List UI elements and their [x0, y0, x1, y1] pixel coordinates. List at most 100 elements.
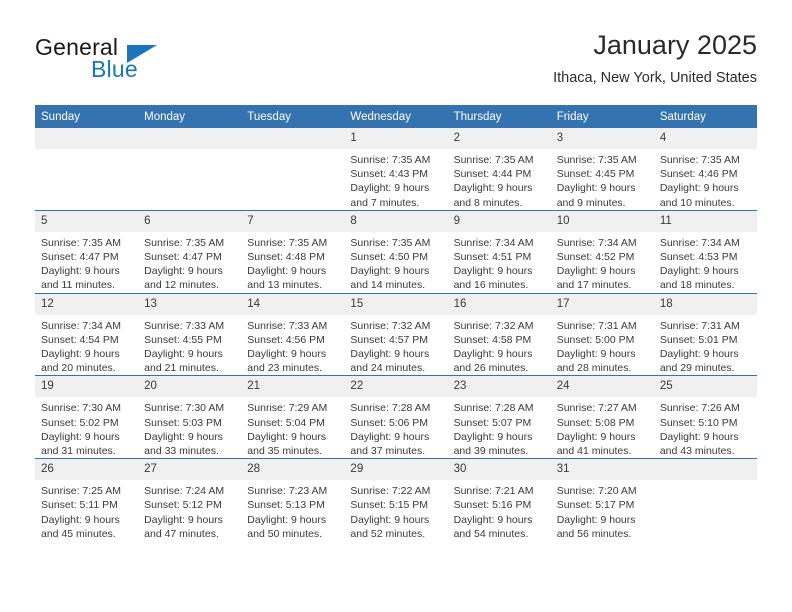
calendar-day-cell[interactable]: 11 Sunrise: 7:34 AM Sunset: 4:53 PM Dayligh… [653, 209, 757, 294]
calendar-day-cell[interactable]: 9 Sunrise: 7:34 AM Sunset: 4:51 PM Daylight… [447, 209, 551, 294]
day-detail-line: Sunrise: 7:27 AM [556, 402, 637, 415]
day-detail-line: Sunrise: 7:34 AM [659, 236, 740, 249]
day-number: 12 [35, 293, 139, 315]
day-details [654, 480, 757, 484]
day-detail-line: and 21 minutes. [144, 362, 219, 375]
calendar-day-cell[interactable]: 28 Sunrise: 7:23 AM Sunset: 5:13 PM Dayligh… [241, 458, 345, 542]
day-detail-line: Daylight: 9 hours [453, 265, 533, 278]
calendar-day-cell[interactable]: 7 Sunrise: 7:35 AM Sunset: 4:48 PM Daylight… [241, 209, 345, 294]
day-detail-line: Daylight: 9 hours [350, 348, 430, 361]
day-number: 13 [138, 293, 242, 315]
calendar-day-cell[interactable]: 27 Sunrise: 7:24 AM Sunset: 5:12 PM Dayligh… [138, 458, 242, 542]
calendar-day-cell[interactable]: 14 Sunrise: 7:33 AM Sunset: 4:56 PM Dayligh… [241, 292, 345, 376]
day-details [241, 149, 344, 153]
calendar-day-cell[interactable]: 12 Sunrise: 7:34 AM Sunset: 4:54 PM Dayligh… [35, 292, 139, 376]
day-detail-line: Sunset: 5:11 PM [41, 499, 118, 512]
day-number: 10 [550, 210, 654, 232]
day-details: Sunrise: 7:34 AM Sunset: 4:53 PM Daylight:… [654, 232, 757, 293]
day-number: 1 [344, 128, 448, 149]
general-blue-logo[interactable]: General Blue [35, 34, 225, 90]
calendar-day-cell[interactable]: 2 Sunrise: 7:35 AM Sunset: 4:44 PM Daylight… [447, 128, 551, 211]
calendar-day-cell[interactable]: 31 Sunrise: 7:20 AM Sunset: 5:17 PM Dayligh… [550, 458, 654, 542]
day-detail-line: Daylight: 9 hours [659, 348, 739, 361]
day-detail-line: Sunset: 4:51 PM [453, 251, 532, 264]
calendar-day-cell[interactable]: 30 Sunrise: 7:21 AM Sunset: 5:16 PM Dayligh… [447, 458, 551, 542]
calendar-day-cell[interactable]: 21 Sunrise: 7:29 AM Sunset: 5:04 PM Dayligh… [241, 375, 345, 459]
day-detail-line: Sunset: 4:56 PM [247, 333, 325, 346]
day-detail-line: and 43 minutes. [659, 445, 735, 458]
day-detail-line: Sunrise: 7:35 AM [350, 236, 431, 249]
day-detail-line: Sunset: 5:17 PM [556, 499, 635, 512]
calendar-day-cell[interactable]: 10 Sunrise: 7:34 AM Sunset: 4:52 PM Dayligh… [550, 209, 654, 294]
calendar-day-cell[interactable]: 29 Sunrise: 7:22 AM Sunset: 5:15 PM Dayligh… [344, 458, 448, 542]
day-number: 14 [241, 293, 345, 315]
calendar-day-cell[interactable]: 19 Sunrise: 7:30 AM Sunset: 5:02 PM Dayligh… [35, 375, 139, 459]
day-number: 5 [35, 210, 139, 232]
day-detail-line: Sunset: 4:52 PM [556, 251, 635, 264]
calendar-day-cell[interactable]: 25 Sunrise: 7:26 AM Sunset: 5:10 PM Dayligh… [653, 375, 757, 459]
calendar-week-row: 26 Sunrise: 7:25 AM Sunset: 5:11 PM Dayligh… [35, 458, 757, 542]
day-detail-line: Sunrise: 7:35 AM [247, 236, 328, 249]
day-details: Sunrise: 7:35 AM Sunset: 4:43 PM Daylight:… [344, 149, 447, 210]
day-detail-line: Sunrise: 7:23 AM [247, 485, 328, 498]
day-details: Sunrise: 7:31 AM Sunset: 5:00 PM Daylight:… [551, 315, 654, 376]
day-details: Sunrise: 7:21 AM Sunset: 5:16 PM Daylight:… [448, 480, 551, 541]
calendar-day-cell[interactable]: 17 Sunrise: 7:31 AM Sunset: 5:00 PM Dayligh… [550, 292, 654, 376]
calendar-day-cell[interactable]: 13 Sunrise: 7:33 AM Sunset: 4:55 PM Dayligh… [138, 292, 242, 376]
calendar-day-cell[interactable]: 16 Sunrise: 7:32 AM Sunset: 4:58 PM Dayligh… [447, 292, 551, 376]
weekday-header-tuesday: Tuesday [241, 105, 345, 128]
day-number: 19 [35, 376, 139, 398]
weekday-header-row: Sunday Monday Tuesday Wednesday Thursday Frid… [35, 105, 757, 128]
calendar-week-row: 12 Sunrise: 7:34 AM Sunset: 4:54 PM Dayligh… [35, 292, 757, 376]
calendar-day-cell[interactable]: 15 Sunrise: 7:32 AM Sunset: 4:57 PM Dayligh… [344, 292, 448, 376]
day-detail-line: and 14 minutes. [350, 279, 426, 292]
day-detail-line: Sunrise: 7:34 AM [556, 236, 637, 249]
day-detail-line: Daylight: 9 hours [453, 348, 533, 361]
day-detail-line: Sunrise: 7:30 AM [41, 402, 121, 415]
calendar-day-cell[interactable]: 26 Sunrise: 7:25 AM Sunset: 5:11 PM Dayligh… [35, 458, 139, 542]
day-detail-line: Sunrise: 7:33 AM [144, 319, 225, 332]
day-detail-line: Daylight: 9 hours [41, 430, 120, 443]
calendar-day-cell[interactable]: 20 Sunrise: 7:30 AM Sunset: 5:03 PM Dayligh… [138, 375, 242, 459]
calendar-day-cell[interactable]: 6 Sunrise: 7:35 AM Sunset: 4:47 PM Daylight… [138, 209, 242, 294]
day-detail-line: and 13 minutes. [247, 279, 322, 292]
calendar-day-cell[interactable]: 23 Sunrise: 7:28 AM Sunset: 5:07 PM Dayligh… [447, 375, 551, 459]
calendar-day-cell[interactable]: 22 Sunrise: 7:28 AM Sunset: 5:06 PM Dayligh… [344, 375, 448, 459]
calendar-day-cell[interactable]: 4 Sunrise: 7:35 AM Sunset: 4:46 PM Daylight… [653, 128, 757, 211]
day-detail-line: Daylight: 9 hours [453, 182, 533, 195]
day-detail-line: Daylight: 9 hours [144, 265, 223, 278]
day-detail-line: Sunrise: 7:22 AM [350, 485, 431, 498]
weekday-header-saturday: Saturday [653, 105, 757, 128]
day-detail-line: Sunrise: 7:21 AM [453, 485, 534, 498]
calendar-day-cell[interactable]: 8 Sunrise: 7:35 AM Sunset: 4:50 PM Daylight… [344, 209, 448, 294]
day-detail-line: Sunset: 5:13 PM [247, 499, 325, 512]
calendar-day-cell[interactable]: 18 Sunrise: 7:31 AM Sunset: 5:01 PM Dayligh… [653, 292, 757, 376]
day-number: 7 [241, 210, 345, 232]
weekday-header-monday: Monday [138, 105, 242, 128]
calendar-day-cell[interactable]: 5 Sunrise: 7:35 AM Sunset: 4:47 PM Daylight… [35, 209, 139, 294]
calendar-grid: Sunday Monday Tuesday Wednesday Thursday Frid… [35, 105, 757, 542]
day-detail-line: Daylight: 9 hours [144, 513, 223, 526]
weekday-header-sunday: Sunday [35, 105, 139, 128]
day-detail-line: Daylight: 9 hours [659, 182, 739, 195]
day-detail-line: Sunrise: 7:31 AM [556, 319, 637, 332]
day-detail-line: and 10 minutes. [659, 196, 735, 209]
calendar-day-cell[interactable]: 24 Sunrise: 7:27 AM Sunset: 5:08 PM Dayligh… [550, 375, 654, 459]
day-detail-line: Daylight: 9 hours [350, 430, 430, 443]
title-block: January 2025 Ithaca, New York, United St… [553, 28, 757, 89]
day-number [653, 459, 757, 481]
day-details: Sunrise: 7:33 AM Sunset: 4:55 PM Daylight:… [138, 315, 241, 376]
day-detail-line: Sunset: 5:06 PM [350, 416, 429, 429]
day-details: Sunrise: 7:23 AM Sunset: 5:13 PM Daylight:… [241, 480, 344, 541]
day-detail-line: Sunrise: 7:35 AM [350, 154, 431, 166]
day-number: 9 [447, 210, 551, 232]
calendar-day-cell[interactable]: 1 Sunrise: 7:35 AM Sunset: 4:43 PM Daylight… [344, 128, 448, 211]
page-header: General Blue January 2025 Ithaca, New Yo… [35, 28, 757, 98]
weekday-header-wednesday: Wednesday [344, 105, 448, 128]
day-detail-line: Sunset: 5:04 PM [247, 416, 325, 429]
day-number: 3 [550, 128, 654, 149]
day-details: Sunrise: 7:31 AM Sunset: 5:01 PM Daylight:… [654, 315, 757, 376]
calendar-day-cell[interactable]: 3 Sunrise: 7:35 AM Sunset: 4:45 PM Daylight… [550, 128, 654, 211]
page-title: January 2025 [593, 30, 757, 60]
day-details: Sunrise: 7:35 AM Sunset: 4:47 PM Daylight:… [138, 232, 241, 293]
